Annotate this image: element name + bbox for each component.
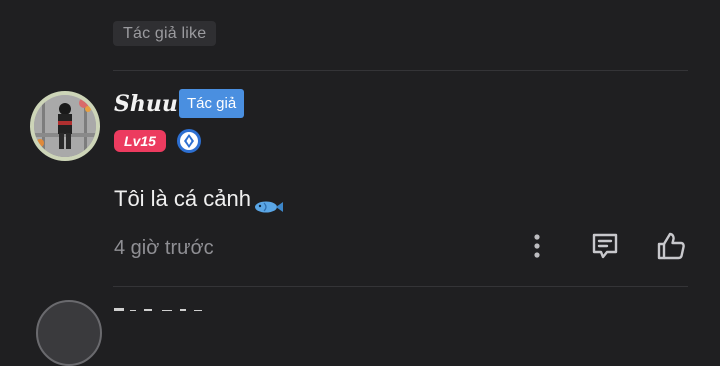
previous-comment-actions bbox=[500, 0, 700, 6]
divider bbox=[113, 286, 688, 287]
more-options-button[interactable] bbox=[519, 228, 555, 264]
comment-text: Tôi là cá cảnh bbox=[114, 183, 284, 215]
comment-reply-icon bbox=[592, 233, 618, 259]
next-comment-username bbox=[114, 301, 234, 311]
username[interactable]: Shuu bbox=[114, 90, 178, 118]
thumbs-up-icon bbox=[657, 232, 685, 260]
divider bbox=[113, 70, 688, 71]
shield-verified-icon bbox=[176, 128, 202, 154]
author-badge: Tác giả bbox=[179, 89, 245, 118]
avatar-figure bbox=[34, 95, 96, 157]
avatar[interactable] bbox=[30, 91, 100, 161]
reply-button[interactable] bbox=[587, 228, 623, 264]
author-liked-badge: Tác giả like bbox=[113, 21, 217, 46]
avatar-image bbox=[34, 95, 96, 157]
more-vertical-icon bbox=[534, 234, 540, 258]
next-comment-avatar[interactable] bbox=[36, 300, 102, 366]
level-badge: Lv15 bbox=[114, 130, 166, 152]
comment-body: Tôi là cá cảnh bbox=[114, 186, 251, 211]
like-button[interactable] bbox=[653, 228, 689, 264]
fish-icon bbox=[252, 192, 284, 213]
timestamp: 4 giờ trước bbox=[114, 237, 214, 259]
